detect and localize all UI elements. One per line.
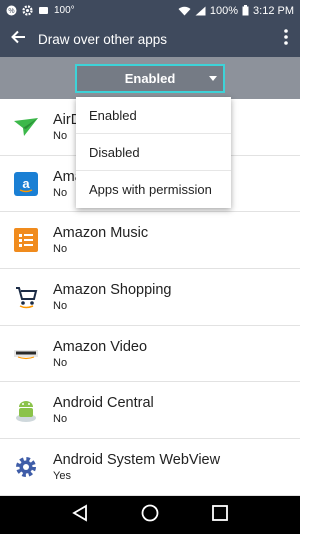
svg-text:a: a	[22, 176, 30, 191]
battery-text: 100%	[209, 4, 239, 17]
wifi-icon	[178, 6, 191, 16]
nav-home-button[interactable]	[135, 500, 165, 530]
status-bar: % 100° 100% 3:12 PM	[0, 0, 300, 21]
amazon-music-icon	[13, 227, 39, 253]
list-item[interactable]: Android System WebView Yes	[0, 439, 300, 496]
airdroid-icon	[13, 114, 39, 140]
recents-square-icon	[211, 504, 229, 527]
menu-item-disabled[interactable]: Disabled	[76, 134, 231, 171]
svg-text:%: %	[8, 8, 14, 15]
nav-back-button[interactable]	[65, 500, 95, 530]
android-webview-icon	[13, 454, 39, 480]
filter-dropdown[interactable]: Enabled	[75, 64, 225, 93]
menu-item-enabled[interactable]: Enabled	[76, 97, 231, 134]
temperature-text: 100°	[54, 5, 75, 16]
settings-icon	[22, 5, 33, 16]
filter-selected-label: Enabled	[124, 71, 176, 86]
filter-dropdown-menu: Enabled Disabled Apps with permission	[76, 97, 231, 208]
filter-bar: Enabled	[0, 57, 300, 99]
signal-icon	[195, 6, 206, 16]
app-name: Android System WebView	[53, 451, 221, 468]
page-title: Draw over other apps	[38, 31, 168, 47]
app-name: Amazon Shopping	[53, 281, 172, 298]
nav-recents-button[interactable]	[205, 500, 235, 530]
android-central-icon	[13, 397, 39, 423]
overflow-menu-button[interactable]	[272, 21, 300, 57]
app-status: No	[53, 413, 68, 426]
app-status: No	[53, 299, 68, 312]
overflow-menu-icon	[284, 28, 288, 50]
back-triangle-icon	[71, 503, 89, 527]
app-name: Amazon Music	[53, 225, 149, 242]
app-status: No	[53, 243, 68, 256]
menu-item-apps-with-permission[interactable]: Apps with permission	[76, 171, 231, 208]
list-item[interactable]: Amazon Music No	[0, 212, 300, 270]
amazon-shopping-icon	[13, 284, 39, 310]
list-item[interactable]: Amazon Video No	[0, 326, 300, 383]
weather-icon	[38, 5, 49, 16]
amazon-icon: a	[13, 171, 39, 197]
time-text: 3:12 PM	[253, 4, 294, 17]
app-status: Yes	[53, 469, 71, 482]
app-name: Android Central	[53, 395, 154, 412]
app-name: Amazon Video	[53, 338, 148, 355]
amazon-video-icon	[13, 341, 39, 367]
list-item[interactable]: Amazon Shopping No	[0, 269, 300, 326]
back-button[interactable]	[0, 21, 36, 57]
app-status: No	[53, 356, 68, 369]
back-arrow-icon	[10, 30, 26, 49]
percent-icon: %	[6, 5, 17, 16]
battery-icon	[242, 5, 249, 16]
app-bar: Draw over other apps	[0, 21, 300, 57]
list-item[interactable]: Android Central No	[0, 382, 300, 440]
dropdown-arrow-icon	[209, 76, 217, 81]
navigation-bar	[0, 496, 300, 534]
home-circle-icon	[141, 504, 159, 527]
